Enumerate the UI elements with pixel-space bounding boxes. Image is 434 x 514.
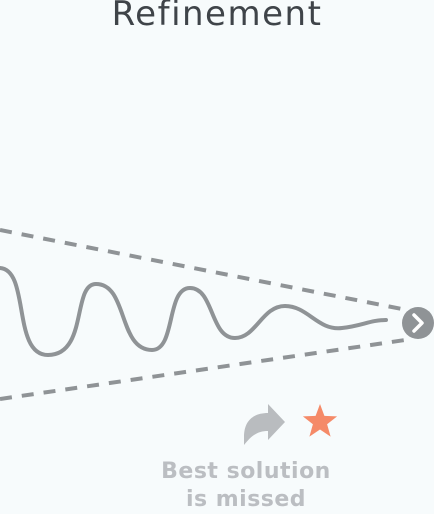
chevron-right-circle-icon (402, 307, 434, 339)
star-icon (302, 404, 338, 437)
missed-solution-caption: Best solution is missed (130, 458, 362, 514)
lower-boundary-line (0, 337, 413, 401)
oscillation-path (0, 266, 388, 358)
curved-arrow-icon (244, 404, 285, 445)
caption-line-1: Best solution (161, 459, 331, 484)
refinement-diagram (0, 228, 434, 445)
caption-line-2: is missed (185, 487, 307, 512)
